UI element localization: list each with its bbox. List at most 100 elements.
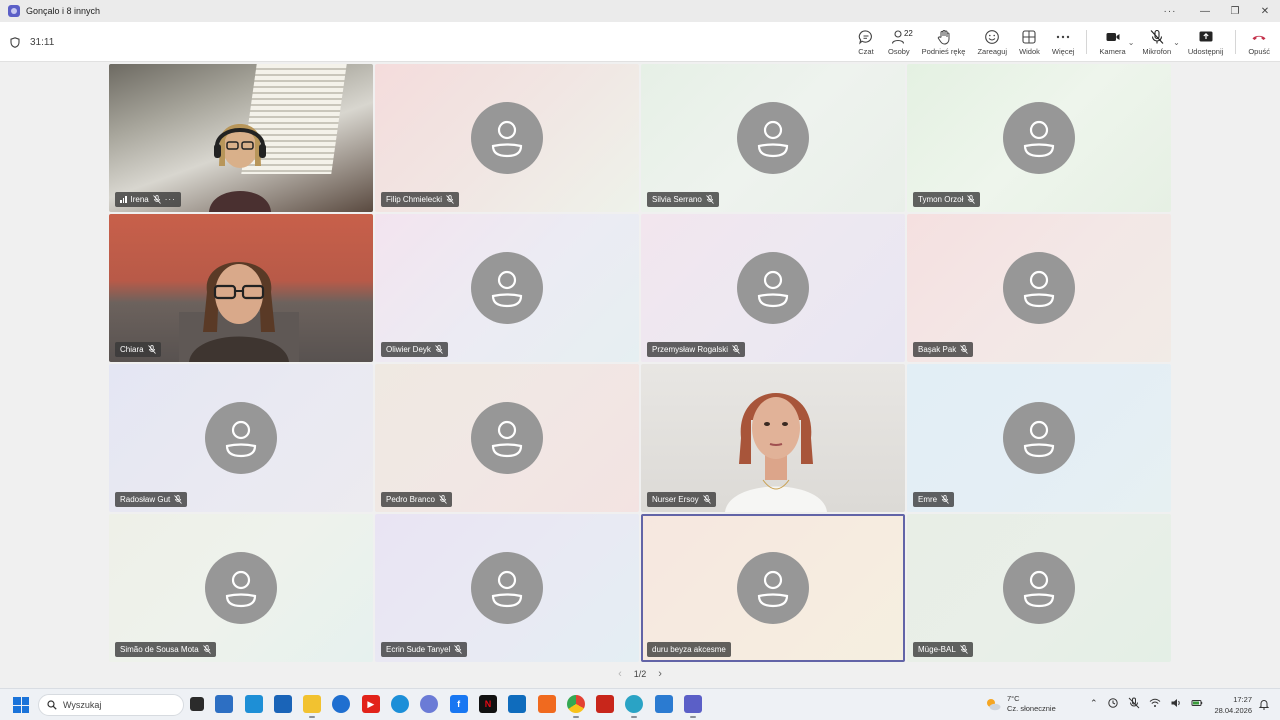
window-more-button[interactable]: ···: [1150, 0, 1190, 22]
windows-start-icon[interactable]: [13, 697, 29, 713]
participant-tile[interactable]: Pedro Branco: [375, 364, 639, 512]
acrobat-icon[interactable]: [596, 695, 615, 713]
teams-icon[interactable]: [684, 695, 703, 718]
chat-button[interactable]: Czat: [850, 22, 882, 62]
close-button[interactable]: ✕: [1250, 0, 1280, 22]
view-button[interactable]: Widok: [1013, 22, 1046, 62]
person-placeholder-icon: [1023, 120, 1055, 158]
minimize-button[interactable]: —: [1190, 0, 1220, 22]
participant-nameplate: Irena ···: [115, 192, 181, 207]
chat-icon: [858, 29, 872, 45]
store-icon[interactable]: [273, 695, 292, 713]
mic-off-icon: [706, 195, 714, 204]
more-icon: [1056, 35, 1070, 38]
next-page-button[interactable]: ›: [658, 668, 662, 680]
avatar: [471, 252, 543, 324]
mic-muted-tray-icon[interactable]: [1128, 697, 1140, 709]
notifications-bell-icon[interactable]: [1258, 698, 1270, 710]
raise-hand-button[interactable]: Podnieś rękę: [916, 22, 972, 62]
participant-tile[interactable]: Müge-BAL: [907, 514, 1171, 662]
participant-tile[interactable]: Przemysław Rogalski: [641, 214, 905, 362]
tray-expand-chevron-icon[interactable]: ⌃: [1090, 698, 1098, 709]
snipping-tool-icon[interactable]: [215, 695, 234, 713]
facebook-icon[interactable]: f: [449, 695, 468, 713]
chat-label: Czat: [858, 46, 874, 56]
volume-icon[interactable]: [1170, 697, 1182, 709]
participant-nameplate: Radosław Gut: [115, 492, 188, 507]
participant-name: Başak Pak: [918, 345, 957, 354]
avatar: [737, 102, 809, 174]
participant-tile[interactable]: Tymon Orzoł: [907, 64, 1171, 212]
person-placeholder-icon: [757, 120, 789, 158]
person-placeholder-icon: [1023, 270, 1055, 308]
battery-icon[interactable]: [1191, 697, 1203, 709]
microphone-button[interactable]: Mikrofon: [1136, 22, 1177, 62]
participant-nameplate: Nurser Ersoy: [647, 492, 716, 507]
avatar: [205, 552, 277, 624]
avatar: [471, 402, 543, 474]
react-button[interactable]: Zareaguj: [971, 22, 1013, 62]
participant-grid: Irena ··· Filip Chmielecki Silvia Serran…: [109, 64, 1171, 662]
restore-button[interactable]: ❐: [1220, 0, 1250, 22]
weather-widget[interactable]: 7°C Cz. słonecznie: [985, 694, 1056, 714]
mic-off-icon: [446, 195, 454, 204]
calculator-icon[interactable]: [244, 695, 263, 713]
mic-off-icon: [454, 645, 463, 654]
file-explorer-icon[interactable]: [303, 695, 322, 718]
notepad-icon[interactable]: [654, 695, 673, 713]
participant-tile[interactable]: Emre: [907, 364, 1171, 512]
react-label: Zareaguj: [977, 46, 1008, 56]
participant-tile-video[interactable]: Irena ···: [109, 64, 373, 212]
mic-off-icon: [959, 645, 968, 654]
mail-icon[interactable]: [332, 695, 351, 713]
participant-tile-active-speaker[interactable]: duru beyza akcesme: [641, 514, 905, 662]
taskbar: Wyszukaj ▶ f N 7°C Cz. słonecznie ⌃ 17:2…: [0, 688, 1280, 720]
netflix-icon[interactable]: N: [478, 695, 497, 713]
meeting-timer: 31:11: [10, 22, 54, 62]
participant-tile[interactable]: Silvia Serrano: [641, 64, 905, 212]
avatar: [737, 552, 809, 624]
camera-icon: [1106, 32, 1120, 41]
weather-temperature: 7°C: [1007, 694, 1020, 703]
participant-tile-video[interactable]: Nurser Ersoy: [641, 364, 905, 512]
participant-name: duru beyza akcesme: [652, 645, 726, 654]
leave-button[interactable]: Opuść: [1242, 22, 1276, 62]
edge-icon[interactable]: [391, 695, 410, 713]
wifi-icon[interactable]: [1149, 697, 1161, 709]
share-button[interactable]: Udostępnij: [1182, 22, 1229, 62]
people-button[interactable]: 22 Osoby: [882, 22, 916, 62]
globe-app-icon[interactable]: [625, 695, 644, 718]
prev-page-button[interactable]: ‹: [618, 668, 622, 680]
window-title: Gonçalo i 8 innych: [26, 6, 101, 16]
participant-tile[interactable]: Simão de Sousa Mota: [109, 514, 373, 662]
onedrive-sync-icon[interactable]: [1107, 697, 1119, 709]
participant-tile[interactable]: Filip Chmielecki: [375, 64, 639, 212]
participant-tile-video[interactable]: Chiara: [109, 214, 373, 362]
camera-button[interactable]: Kamera: [1093, 22, 1131, 62]
participant-name: Tymon Orzoł: [918, 195, 964, 204]
task-view-icon[interactable]: [190, 697, 204, 711]
participant-more-icon[interactable]: ···: [165, 195, 176, 204]
people-count: 22: [903, 29, 913, 38]
person-placeholder-icon: [225, 420, 257, 458]
chrome-icon[interactable]: [566, 695, 585, 718]
shopping-icon[interactable]: [537, 695, 556, 713]
page-navigation: ‹ 1/2 ›: [0, 666, 1280, 682]
partly-sunny-icon: [987, 699, 1001, 711]
clock-date: 28.04.2026: [1214, 706, 1252, 715]
participant-tile[interactable]: Başak Pak: [907, 214, 1171, 362]
youtube-icon[interactable]: ▶: [361, 695, 380, 713]
participant-tile[interactable]: Radosław Gut: [109, 364, 373, 512]
taskbar-apps: ▶ f N: [190, 695, 703, 718]
participant-tile[interactable]: Ecrin Sude Tanyel: [375, 514, 639, 662]
avatar: [1003, 102, 1075, 174]
copilot-icon[interactable]: [420, 695, 439, 713]
taskbar-clock[interactable]: 17:27 28.04.2026: [1210, 694, 1252, 716]
participant-name: Chiara: [120, 345, 144, 354]
person-placeholder-icon: [491, 420, 523, 458]
participant-tile[interactable]: Oliwier Deyk: [375, 214, 639, 362]
signal-strength-icon: [120, 196, 127, 203]
taskbar-search[interactable]: Wyszukaj: [38, 694, 184, 716]
more-button[interactable]: Więcej: [1046, 22, 1081, 62]
outlook-icon[interactable]: [508, 695, 527, 713]
